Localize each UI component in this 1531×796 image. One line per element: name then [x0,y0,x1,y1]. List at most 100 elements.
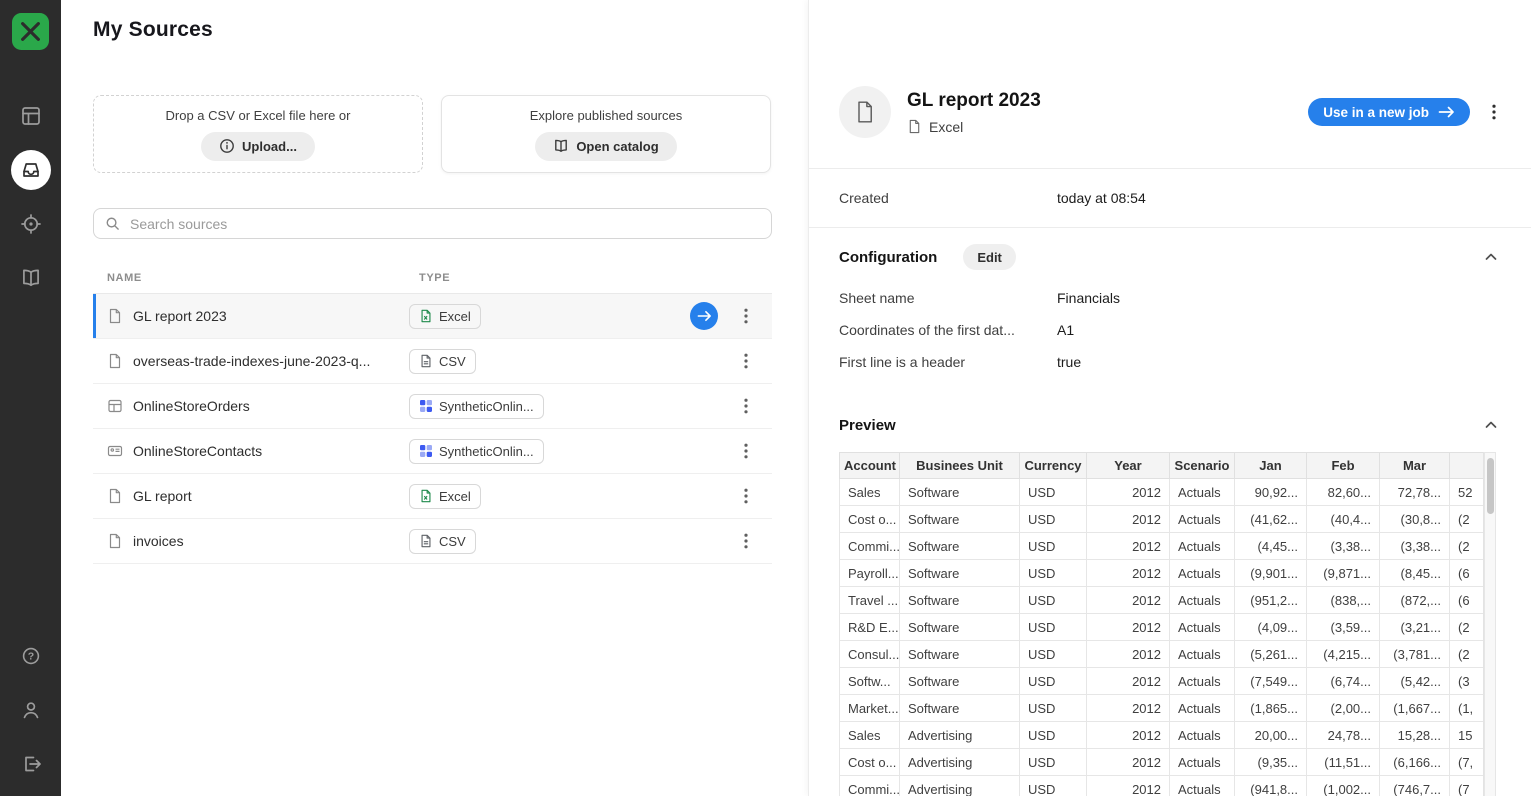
use-in-new-job-button[interactable]: Use in a new job [1308,98,1470,126]
preview-scrollbar-thumb[interactable] [1487,458,1494,514]
open-source-button[interactable] [690,302,718,330]
row-menu-button[interactable] [734,347,758,375]
preview-cell: (1,667... [1380,695,1450,722]
row-menu-button[interactable] [734,482,758,510]
row-menu-button[interactable] [734,302,758,330]
sidebar-item-sources[interactable] [11,150,51,190]
preview-cell: Cost o... [840,749,900,776]
configuration-field: Coordinates of the first dat... A1 [839,314,1499,346]
source-type-cell: SyntheticOnlin... [409,394,690,419]
preview-row: Commi...AdvertisingUSD2012Actuals(941,8.… [840,776,1485,796]
detail-title: GL report 2023 [907,90,1041,112]
preview-cell: (3,38... [1380,533,1450,560]
preview-cell: Actuals [1170,722,1235,749]
sidebar-item-logout[interactable] [11,744,51,784]
source-row[interactable]: GL reportExcel [93,474,772,519]
source-row[interactable]: OnlineStoreOrdersSyntheticOnlin... [93,384,772,429]
preview-cell: USD [1020,560,1087,587]
info-icon [219,138,235,154]
source-type-label: CSV [439,534,466,549]
sidebar-item-targets[interactable] [11,204,51,244]
preview-row: Cost o...AdvertisingUSD2012Actuals(9,35.… [840,749,1485,776]
source-type-label: SyntheticOnlin... [439,444,534,459]
preview-row: Commi...SoftwareUSD2012Actuals(4,45...(3… [840,533,1485,560]
created-row: Created today at 08:54 [809,169,1531,227]
preview-cell: (4,215... [1307,641,1380,668]
detail-menu-button[interactable] [1483,101,1505,123]
search-input[interactable] [93,208,772,239]
preview-cell: USD [1020,641,1087,668]
preview-row: Softw...SoftwareUSD2012Actuals(7,549...(… [840,668,1485,695]
preview-header-row: AccountBusinees UnitCurrencyYearScenario… [840,453,1485,479]
source-row[interactable]: invoicesCSV [93,519,772,564]
source-row[interactable]: GL report 2023Excel [93,294,772,339]
upload-button[interactable]: Upload... [201,132,315,161]
book-icon [553,138,569,154]
detail-header: GL report 2023 Excel Use in a new job [809,0,1531,138]
sidebar-item-account[interactable] [11,690,51,730]
preview-row: Payroll...SoftwareUSD2012Actuals(9,901..… [840,560,1485,587]
arrow-right-icon [697,310,712,322]
preview-column-header: Account [840,453,900,479]
preview-cell: 90,92... [1235,479,1307,506]
source-type-cell: Excel [409,304,690,329]
preview-section: Preview AccountBusinees UnitCurrencyYear… [809,378,1531,796]
row-menu-button[interactable] [734,437,758,465]
preview-cell: (3,59... [1307,614,1380,641]
preview-cell: Consul... [840,641,900,668]
preview-cell: 2012 [1087,560,1170,587]
collapse-configuration-button[interactable] [1483,249,1499,265]
sidebar-item-help[interactable]: ? [11,636,51,676]
search-icon [105,216,120,231]
preview-cell: (3,38... [1307,533,1380,560]
preview-cell: (951,2... [1235,587,1307,614]
use-in-new-job-label: Use in a new job [1323,105,1429,120]
column-header-name: NAME [93,272,409,284]
source-type-cell: CSV [409,349,690,374]
preview-cell: Market... [840,695,900,722]
preview-cell: Actuals [1170,479,1235,506]
preview-cell: Commi... [840,776,900,796]
preview-scrollbar[interactable] [1484,452,1496,796]
user-icon [20,699,42,721]
preview-column-header: Mar [1380,453,1450,479]
edit-configuration-button[interactable]: Edit [963,244,1016,270]
document-icon [853,100,877,124]
preview-cell: Actuals [1170,587,1235,614]
source-row[interactable]: OnlineStoreContactsSyntheticOnlin... [93,429,772,474]
target-icon [20,213,42,235]
preview-cell: Software [900,506,1020,533]
upload-button-label: Upload... [242,139,297,154]
sources-table-body: GL report 2023Exceloverseas-trade-indexe… [93,294,772,564]
source-row[interactable]: overseas-trade-indexes-june-2023-q...CSV [93,339,772,384]
sources-panel: My Sources Drop a CSV or Excel file here… [61,0,808,796]
kebab-menu-icon [744,533,748,549]
source-detail-panel: GL report 2023 Excel Use in a new job [808,0,1531,796]
preview-cell: (40,4... [1307,506,1380,533]
file-icon [107,353,123,369]
logout-icon [20,753,42,775]
preview-cell: Travel ... [840,587,900,614]
preview-cell: R&D E... [840,614,900,641]
sources-table-header: NAME TYPE [93,263,772,294]
preview-heading-row: Preview [839,412,1499,438]
preview-cell: Cost o... [840,506,900,533]
search-box [93,208,772,239]
sidebar-item-reports[interactable] [11,96,51,136]
source-name-cell: GL report [93,488,409,504]
open-catalog-button[interactable]: Open catalog [535,132,676,161]
configuration-field: Sheet name Financials [839,282,1499,314]
app-logo [12,13,49,50]
field-value: Financials [1057,290,1120,306]
preview-cell: Actuals [1170,641,1235,668]
preview-cell: (6,166... [1380,749,1450,776]
collapse-preview-button[interactable] [1483,417,1499,433]
file-dropzone[interactable]: Drop a CSV or Excel file here or Upload.… [93,95,423,173]
sidebar-item-catalog[interactable] [11,258,51,298]
preview-row: Consul...SoftwareUSD2012Actuals(5,261...… [840,641,1485,668]
source-type-label: Excel [439,309,471,324]
preview-cell: (2 [1450,614,1485,641]
row-menu-button[interactable] [734,392,758,420]
chevron-up-icon [1483,249,1499,265]
row-menu-button[interactable] [734,527,758,555]
